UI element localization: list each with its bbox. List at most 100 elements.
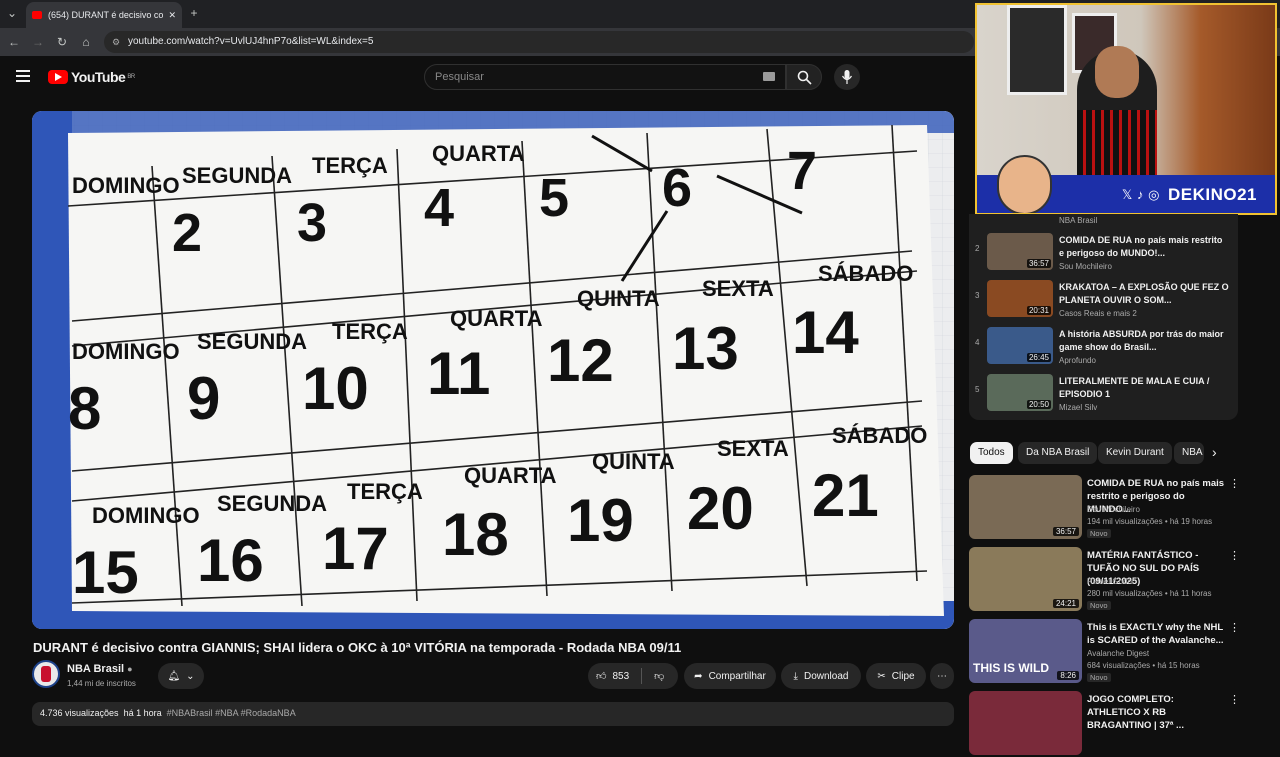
svg-text:SEGUNDA: SEGUNDA [217, 491, 327, 516]
more-actions-button[interactable]: ⋯ [930, 663, 954, 689]
video-meta: 684 visualizações • há 15 horas [1087, 661, 1200, 670]
channel-name[interactable]: NBA Brasil ● [67, 663, 133, 675]
cartoon-avatar-icon [997, 155, 1052, 213]
playlist-item-number: 3 [975, 291, 980, 300]
upload-time: há 1 hora [123, 708, 162, 718]
hashtags[interactable]: #NBABrasil #NBA #RodadaNBA [167, 708, 296, 718]
share-icon: ➦ [694, 670, 703, 682]
video-title: DURANT é decisivo contra GIANNIS; SHAI l… [33, 640, 682, 655]
url-field[interactable]: ⚙ youtube.com/watch?v=UvlUJ4hnP7o&list=W… [104, 31, 974, 53]
svg-text:QUARTA: QUARTA [450, 306, 543, 331]
tab-list-icon[interactable]: ⌄ [4, 5, 20, 21]
duration-label: 20:50 [1026, 400, 1051, 409]
download-button[interactable]: ⤓ Download [781, 663, 861, 689]
video-thumbnail: 36:57 [969, 475, 1082, 539]
url-text: youtube.com/watch?v=UvlUJ4hnP7o&list=WL&… [128, 36, 374, 47]
playlist-item[interactable]: 4 26:45 A história ABSURDA por trás do m… [969, 324, 1238, 370]
playlist-item-title: LITERALMENTE DE MALA E CUIA / EPISODIO 1 [1059, 376, 1210, 399]
wall-poster [1007, 5, 1067, 95]
playlist-item[interactable]: 5 20:50 LITERALMENTE DE MALA E CUIA / EP… [969, 371, 1238, 417]
like-button[interactable]: 👍︎ 853 [596, 670, 630, 683]
video-meta: 194 mil visualizações • há 19 horas [1087, 517, 1213, 526]
more-options-icon[interactable]: ⋮ [1229, 693, 1240, 706]
svg-text:19: 19 [567, 487, 634, 554]
like-count: 853 [612, 670, 630, 682]
download-icon: ⤓ [793, 670, 798, 682]
playlist-thumbnail: 20:31 [987, 280, 1053, 317]
playlist-item[interactable]: 2 36:57 COMIDA DE RUA no país mais restr… [969, 230, 1238, 276]
menu-icon[interactable] [16, 69, 30, 82]
chip-nba[interactable]: NBA [1174, 442, 1204, 464]
close-tab-icon[interactable]: ✕ [168, 10, 176, 21]
svg-text:20: 20 [687, 475, 754, 542]
voice-search-button[interactable] [834, 64, 860, 90]
video-thumbnail: THIS IS WILD 8:26 [969, 619, 1082, 683]
youtube-logo[interactable]: YouTube BR [48, 69, 135, 85]
browser-tab[interactable]: (654) DURANT é decisivo contra ✕ [26, 2, 182, 28]
svg-text:11: 11 [427, 340, 490, 407]
svg-text:18: 18 [442, 501, 509, 568]
svg-text:TERÇA: TERÇA [347, 479, 423, 504]
video-title: This is EXACTLY why the NHL is SCARED of… [1087, 622, 1224, 646]
svg-text:TERÇA: TERÇA [332, 319, 408, 344]
like-dislike-group: 👍︎ 853 👎︎ [588, 663, 678, 689]
chip-kevin-durant[interactable]: Kevin Durant [1098, 442, 1172, 464]
microphone-icon [842, 70, 852, 84]
forward-icon[interactable]: → [30, 34, 46, 50]
playlist-item-number: 5 [975, 385, 980, 394]
chevron-right-icon[interactable]: › [1212, 444, 1217, 460]
svg-text:DOMINGO: DOMINGO [72, 339, 180, 364]
logo-text: YouTube [71, 69, 126, 85]
more-options-icon[interactable]: ⋮ [1229, 621, 1240, 634]
video-thumbnail: 24:21 [969, 547, 1082, 611]
recommended-video[interactable]: 24:21 MATÉRIA FANTÁSTICO - TUFÃO NO SUL … [969, 547, 1259, 613]
home-icon[interactable]: ⌂ [78, 34, 94, 50]
download-label: Download [803, 670, 849, 682]
playlist-item-title: KRAKATOA – A EXPLOSÃO QUE FEZ O PLANETA … [1059, 282, 1229, 305]
svg-text:13: 13 [672, 315, 739, 382]
youtube-favicon-icon [32, 11, 42, 19]
reload-icon[interactable]: ↻ [54, 34, 70, 50]
recommended-video[interactable]: JOGO COMPLETO: ATHLETICO X RB BRAGANTINO… [969, 691, 1259, 757]
playlist-item-title: A história ABSURDA por trás do maior gam… [1059, 329, 1224, 352]
site-info-icon[interactable]: ⚙ [112, 31, 120, 53]
description-box[interactable]: 4.736 visualizações há 1 hora #NBABrasil… [32, 702, 954, 726]
search-input[interactable]: Pesquisar [424, 64, 786, 90]
share-button[interactable]: ➦ Compartilhar [684, 663, 776, 689]
video-thumbnail [969, 691, 1082, 755]
duration-label: 8:26 [1057, 671, 1079, 680]
recommended-video[interactable]: THIS IS WILD 8:26 This is EXACTLY why th… [969, 619, 1259, 685]
video-channel: Rafael Godoi [1087, 577, 1134, 586]
channel-avatar[interactable] [32, 660, 60, 688]
video-player[interactable]: DOMINGO SEGUNDA TERÇA QUARTA 2 3 4 5 6 7… [32, 111, 954, 629]
youtube-header: YouTube BR Pesquisar [0, 56, 975, 98]
social-icons: 𝕏 ♪ ◎ [1121, 187, 1160, 202]
playlist-panel: NBA Brasil 2 36:57 COMIDA DE RUA no país… [969, 214, 1238, 420]
playlist-item-channel: Aprofundo [1059, 356, 1096, 365]
more-options-icon[interactable]: ⋮ [1229, 549, 1240, 562]
recommended-video[interactable]: 36:57 COMIDA DE RUA no país mais restrit… [969, 475, 1259, 541]
chip-todos[interactable]: Todos [970, 442, 1013, 464]
clip-label: Clipe [891, 670, 915, 682]
chip-da-nba-brasil[interactable]: Da NBA Brasil [1018, 442, 1098, 464]
dislike-button[interactable]: 👎︎ [654, 670, 664, 682]
notification-bell-button[interactable]: 🔔︎ ⌄ [158, 663, 204, 689]
svg-text:4: 4 [424, 178, 454, 238]
svg-text:3: 3 [297, 193, 327, 253]
clip-button[interactable]: ✂ Clipe [866, 663, 926, 689]
search-button[interactable] [786, 64, 822, 90]
back-icon[interactable]: ← [6, 34, 22, 50]
svg-text:15: 15 [72, 539, 139, 606]
svg-text:21: 21 [812, 462, 879, 529]
svg-text:16: 16 [197, 527, 264, 594]
playlist-item-channel: Sou Mochileiro [1059, 262, 1112, 271]
playlist-item[interactable]: 3 20:31 KRAKATOA – A EXPLOSÃO QUE FEZ O … [969, 277, 1238, 323]
more-options-icon[interactable]: ⋮ [1229, 477, 1240, 490]
video-title: JOGO COMPLETO: ATHLETICO X RB BRAGANTINO… [1087, 694, 1184, 731]
playlist-item-number: 2 [975, 244, 980, 253]
thumbs-down-icon: 👎︎ [654, 671, 665, 682]
keyboard-icon[interactable] [763, 72, 775, 81]
svg-text:2: 2 [172, 203, 202, 263]
new-tab-icon[interactable]: + [186, 5, 202, 21]
video-meta: 280 mil visualizações • há 11 horas [1087, 589, 1212, 598]
